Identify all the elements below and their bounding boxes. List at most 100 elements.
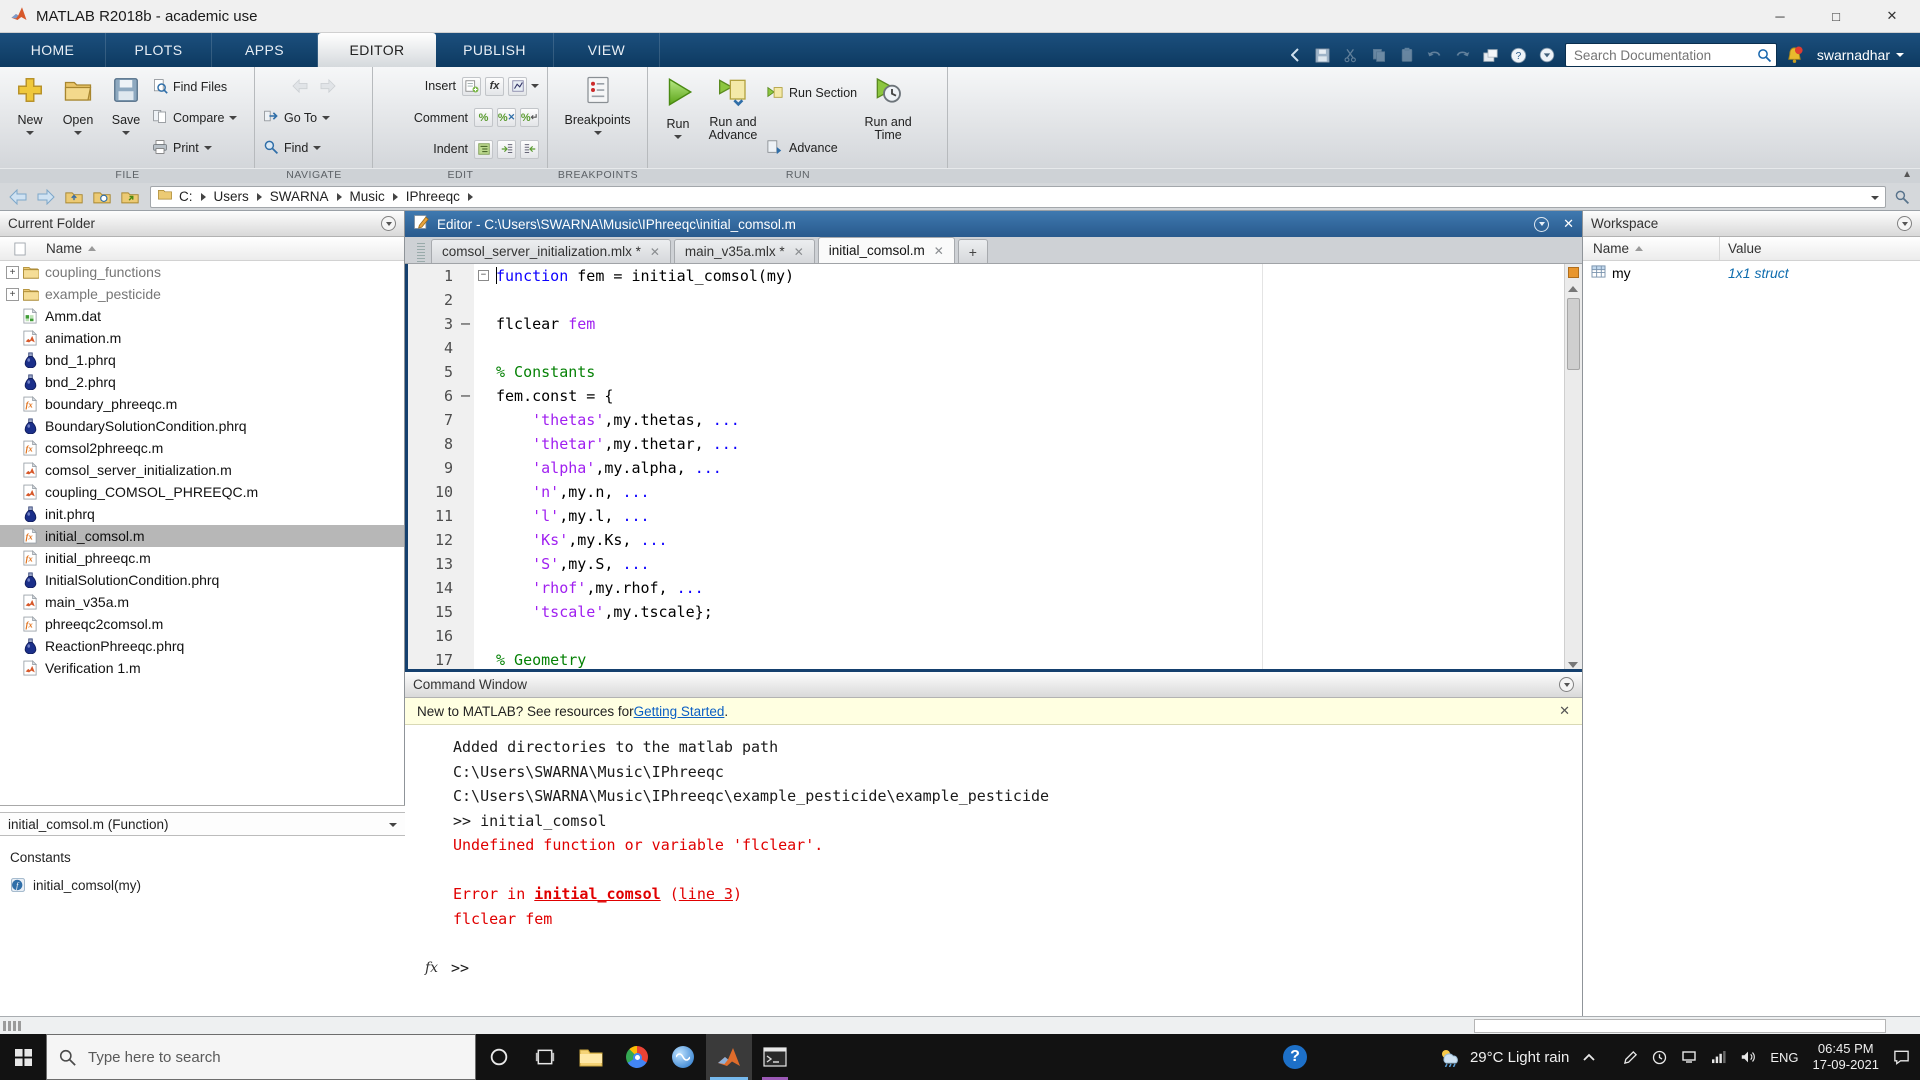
indent-right-icon[interactable] (497, 140, 516, 159)
terminal-icon[interactable] (752, 1034, 798, 1080)
editor-tab[interactable]: initial_comsol.m✕ (818, 237, 955, 263)
ribbon-tab-view[interactable]: VIEW (554, 33, 660, 67)
file-list-item[interactable]: fxinitial_phreeqc.m (0, 547, 404, 569)
network-icon[interactable] (1681, 1050, 1697, 1064)
file-explorer-icon[interactable] (568, 1034, 614, 1080)
close-button[interactable]: ✕ (1864, 0, 1920, 33)
collapse-arrow-icon[interactable] (1285, 45, 1305, 65)
editor-tab[interactable]: main_v35a.mlx *✕ (674, 239, 815, 263)
getting-started-link[interactable]: Getting Started (634, 704, 725, 719)
workspace-column-header[interactable]: Name Value (1583, 237, 1920, 261)
file-list-item[interactable]: animation.m (0, 327, 404, 349)
up-folder-icon[interactable] (62, 186, 86, 208)
path-dropdown-icon[interactable] (1871, 196, 1879, 200)
cortana-icon[interactable] (476, 1034, 522, 1080)
command-window-console[interactable]: Added directories to the matlab pathC:\U… (405, 725, 1582, 980)
save-button[interactable]: Save (102, 71, 150, 164)
file-list-item[interactable]: coupling_COMSOL_PHREEQC.m (0, 481, 404, 503)
help-taskbar-icon[interactable]: ? (1272, 1034, 1318, 1080)
breadcrumb-segment[interactable]: SWARNA (270, 189, 329, 204)
toolbar-options-icon[interactable] (1537, 45, 1557, 65)
function-signature-item[interactable]: f initial_comsol(my) (0, 865, 405, 893)
breadcrumb-segment[interactable]: Users (214, 189, 249, 204)
goto-button[interactable]: Go To (263, 108, 364, 128)
line-number[interactable]: 10 (408, 480, 458, 504)
paste-icon[interactable] (1397, 45, 1417, 65)
workspace-variable-row[interactable]: my1x1 struct (1583, 261, 1920, 284)
forward-icon[interactable] (34, 186, 58, 208)
run-and-time-button[interactable]: Run and Time (859, 71, 917, 164)
switch-windows-icon[interactable] (1481, 45, 1501, 65)
scrollbar-thumb[interactable] (1567, 298, 1580, 370)
documentation-search-box[interactable] (1565, 43, 1777, 67)
breadcrumb-segment[interactable]: C: (179, 189, 193, 204)
start-button[interactable] (0, 1034, 46, 1080)
signal-bars-icon[interactable] (1711, 1051, 1726, 1064)
editor-tab[interactable]: comsol_server_initialization.mlx *✕ (431, 239, 671, 263)
scroll-down-icon[interactable] (1568, 662, 1578, 668)
language-indicator[interactable]: ENG (1770, 1050, 1798, 1065)
run-button[interactable]: Run (654, 71, 702, 164)
folder-column-header[interactable]: Name (0, 237, 404, 261)
insert-function-icon[interactable]: fx (485, 77, 504, 96)
file-list-item[interactable]: fxinitial_comsol.m (0, 525, 404, 547)
line-number[interactable]: 17 (408, 648, 458, 672)
code-fold-icon[interactable]: − (478, 270, 489, 281)
new-folder-icon[interactable] (118, 186, 142, 208)
smart-indent-icon[interactable] (474, 140, 493, 159)
cut-icon[interactable] (1341, 45, 1361, 65)
file-list-item[interactable]: Verification 1.m (0, 657, 404, 679)
breakpoints-button[interactable]: Breakpoints (558, 71, 638, 164)
find-button[interactable]: Find (263, 138, 364, 158)
matlab-taskbar-icon[interactable] (706, 1034, 752, 1080)
tab-close-icon[interactable]: ✕ (934, 244, 944, 258)
ribbon-tab-apps[interactable]: APPS (212, 33, 318, 67)
collapse-ribbon-icon[interactable]: ▲ (1902, 169, 1912, 180)
panel-menu-icon[interactable] (381, 216, 396, 231)
insert-code-icon[interactable] (508, 77, 527, 96)
documentation-search-input[interactable] (1574, 48, 1757, 63)
print-button[interactable]: Print (152, 138, 237, 158)
comment-icon[interactable]: % (474, 108, 493, 127)
expand-icon[interactable]: + (6, 288, 19, 301)
file-list-item[interactable]: init.phrq (0, 503, 404, 525)
breadcrumb-segment[interactable]: IPhreeqc (406, 189, 460, 204)
line-number[interactable]: 2 (408, 288, 458, 312)
file-list-item[interactable]: fxboundary_phreeqc.m (0, 393, 404, 415)
run-and-advance-button[interactable]: Run and Advance (702, 71, 764, 164)
save-icon[interactable] (1313, 45, 1333, 65)
expand-icon[interactable]: + (6, 266, 19, 279)
scroll-up-icon[interactable] (1568, 286, 1578, 292)
file-list-item[interactable]: InitialSolutionCondition.phrq (0, 569, 404, 591)
file-list-item[interactable]: comsol_server_initialization.m (0, 459, 404, 481)
back-icon[interactable] (6, 186, 30, 208)
redo-icon[interactable] (1453, 45, 1473, 65)
pen-icon[interactable] (1623, 1050, 1638, 1065)
file-list-item[interactable]: fxphreeqc2comsol.m (0, 613, 404, 635)
line-number[interactable]: 7 (408, 408, 458, 432)
copy-icon[interactable] (1369, 45, 1389, 65)
taskbar-clock[interactable]: 06:45 PM 17-09-2021 (1813, 1041, 1880, 1073)
code-analyzer-indicator[interactable] (1568, 267, 1579, 278)
code-editor[interactable]: 1−function fem = initial_comsol(my)23–fl… (405, 264, 1582, 672)
banner-close-icon[interactable]: ✕ (1559, 703, 1570, 719)
current-folder-path[interactable]: C:UsersSWARNAMusicIPhreeqc (150, 186, 1886, 208)
app-icon-blue-wave[interactable] (660, 1034, 706, 1080)
find-files-button[interactable]: Find Files (152, 77, 237, 97)
file-details-header[interactable]: initial_comsol.m (Function) (0, 812, 405, 836)
maximize-button[interactable]: □ (1808, 0, 1864, 33)
open-button[interactable]: Open (54, 71, 102, 164)
line-number[interactable]: 6 (408, 384, 458, 408)
search-folder-icon[interactable] (1890, 186, 1914, 208)
ribbon-tab-plots[interactable]: PLOTS (106, 33, 212, 67)
tab-close-icon[interactable]: ✕ (650, 245, 660, 259)
insert-section-icon[interactable] (462, 77, 481, 96)
command-prompt[interactable]: >> (451, 959, 469, 977)
wrap-comments-icon[interactable]: %↵ (520, 108, 539, 127)
file-list-item[interactable]: main_v35a.m (0, 591, 404, 613)
file-list-item[interactable]: BoundarySolutionCondition.phrq (0, 415, 404, 437)
action-center-icon[interactable] (1893, 1049, 1910, 1065)
ribbon-tab-publish[interactable]: PUBLISH (436, 33, 554, 67)
panel-menu-icon[interactable] (1897, 216, 1912, 231)
line-number[interactable]: 5 (408, 360, 458, 384)
